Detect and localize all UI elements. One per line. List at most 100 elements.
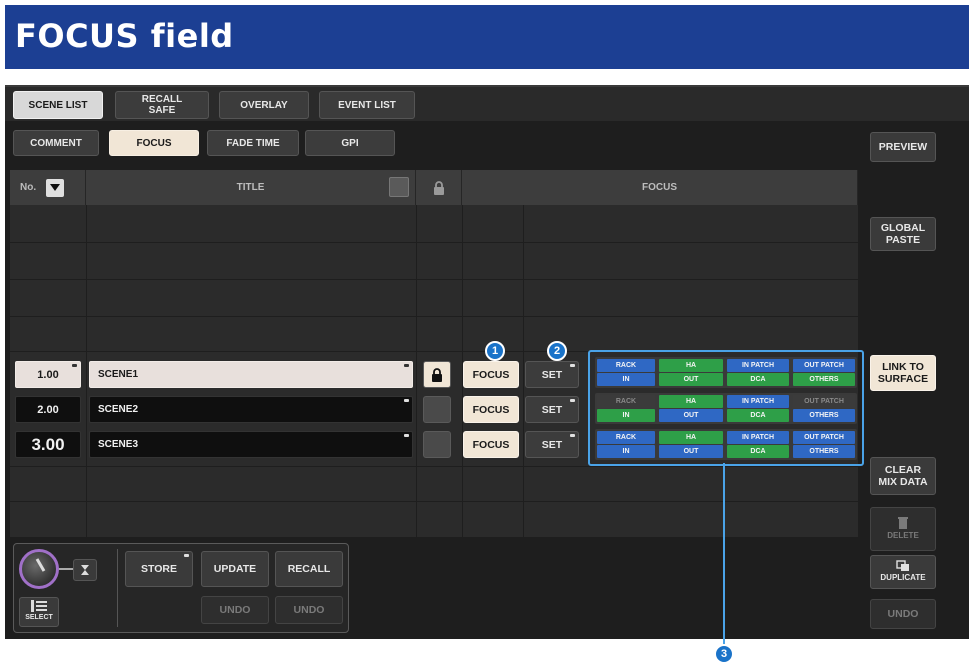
scene-number-label: 2.00: [37, 403, 59, 416]
focus-out: OUT: [659, 409, 723, 422]
focus-dca: DCA: [727, 445, 789, 458]
undo-update-button[interactable]: UNDO: [201, 596, 269, 624]
tab-recall-safe[interactable]: RECALL SAFE: [115, 91, 209, 119]
recall-button[interactable]: RECALL: [275, 551, 343, 587]
hourglass-icon: [81, 565, 89, 575]
popup-indicator: [72, 364, 77, 367]
grid-divider: [10, 466, 858, 467]
set-button-2[interactable]: SET: [525, 396, 579, 423]
focus-panel-1[interactable]: RACK IN HA OUT IN PATCH DCA OUT PATCH OT…: [595, 357, 857, 388]
tab-scene-list[interactable]: SCENE LIST: [13, 91, 103, 119]
focus-rack: RACK: [597, 431, 655, 444]
focus-out: OUT: [659, 373, 723, 386]
scene-number-2[interactable]: 2.00: [15, 396, 81, 423]
store-button[interactable]: STORE: [125, 551, 193, 587]
scene-title-label: SCENE3: [98, 439, 139, 450]
focus-button-2[interactable]: FOCUS: [463, 396, 519, 423]
focus-panel-2[interactable]: RACK IN HA OUT IN PATCH DCA OUT PATCH OT…: [595, 393, 857, 424]
page-header: FOCUS field: [5, 5, 969, 69]
sort-dropdown-button[interactable]: [46, 178, 65, 197]
grid-divider: [10, 501, 858, 502]
focus-ha: HA: [659, 431, 723, 444]
scene-title-3[interactable]: SCENE3: [89, 431, 413, 458]
column-header-title: TITLE: [86, 170, 416, 205]
set-label: SET: [541, 368, 563, 381]
focus-dca: DCA: [727, 409, 789, 422]
popup-indicator: [184, 554, 189, 557]
trash-icon: [898, 517, 908, 529]
focus-in-patch: IN PATCH: [727, 395, 789, 408]
knob-indicator: [35, 558, 46, 572]
focus-dca: DCA: [727, 373, 789, 386]
lock-button-3[interactable]: [423, 431, 451, 458]
undo-recall-button[interactable]: UNDO: [275, 596, 343, 624]
undo-side-button[interactable]: UNDO: [870, 599, 936, 629]
popup-indicator: [404, 434, 409, 437]
grid-divider: [10, 279, 858, 280]
focus-in-patch: IN PATCH: [727, 431, 789, 444]
lock-icon: [433, 180, 444, 195]
panel-divider: [117, 549, 118, 627]
focus-others: OTHERS: [793, 373, 855, 386]
knob-link-line: [59, 568, 73, 570]
chevron-down-icon: [50, 183, 61, 191]
select-label: SELECT: [25, 614, 53, 621]
link-to-surface-button[interactable]: LINK TO SURFACE: [870, 355, 936, 391]
tab-overlay[interactable]: OVERLAY: [219, 91, 309, 119]
grid-divider: [416, 205, 417, 537]
subtab-fade-time[interactable]: FADE TIME: [207, 130, 299, 156]
focus-out-patch: OUT PATCH: [793, 395, 855, 408]
popup-indicator: [570, 434, 575, 437]
store-label: STORE: [141, 563, 177, 575]
column-header-focus: FOCUS: [462, 170, 858, 205]
scene-knob[interactable]: [19, 549, 59, 589]
focus-in: IN: [597, 373, 655, 386]
callout-leader-line: [723, 463, 725, 646]
focus-panel-3[interactable]: RACK IN HA OUT IN PATCH DCA OUT PATCH OT…: [595, 429, 857, 460]
tab-event-list[interactable]: EVENT LIST: [319, 91, 415, 119]
clear-mix-data-button[interactable]: CLEAR MIX DATA: [870, 457, 936, 495]
subtab-comment[interactable]: COMMENT: [13, 130, 99, 156]
focus-out-patch: OUT PATCH: [793, 359, 855, 372]
focus-in: IN: [597, 409, 655, 422]
lock-button-2[interactable]: [423, 396, 451, 423]
grid-divider: [523, 205, 524, 537]
set-button-1[interactable]: SET: [525, 361, 579, 388]
callout-2: 2: [547, 341, 567, 361]
lock-button-1[interactable]: [423, 361, 451, 388]
global-paste-button[interactable]: GLOBAL PASTE: [870, 217, 936, 251]
scene-title-2[interactable]: SCENE2: [89, 396, 413, 423]
duplicate-button[interactable]: DUPLICATE: [870, 555, 936, 589]
delete-label: DELETE: [887, 531, 919, 540]
focus-rack: RACK: [597, 395, 655, 408]
page-title: FOCUS field: [15, 17, 234, 55]
select-button[interactable]: SELECT: [19, 597, 59, 627]
focus-ha: HA: [659, 359, 723, 372]
scene-number-1[interactable]: 1.00: [15, 361, 81, 388]
grid-divider: [86, 205, 87, 537]
focus-in-patch: IN PATCH: [727, 359, 789, 372]
update-button[interactable]: UPDATE: [201, 551, 269, 587]
hourglass-button[interactable]: [73, 559, 97, 581]
popup-indicator: [404, 364, 409, 367]
focus-out: OUT: [659, 445, 723, 458]
lock-icon: [432, 367, 442, 382]
scene-number-3[interactable]: 3.00: [15, 431, 81, 458]
subtab-gpi[interactable]: GPI: [305, 130, 395, 156]
focus-in: IN: [597, 445, 655, 458]
delete-button[interactable]: DELETE: [870, 507, 936, 551]
grid-divider: [10, 242, 858, 243]
preview-button[interactable]: PREVIEW: [870, 132, 936, 162]
focus-ha: HA: [659, 395, 723, 408]
focus-button-1[interactable]: FOCUS: [463, 361, 519, 388]
set-button-3[interactable]: SET: [525, 431, 579, 458]
popup-indicator: [570, 364, 575, 367]
title-checkbox[interactable]: [389, 177, 409, 197]
duplicate-label: DUPLICATE: [880, 573, 926, 582]
column-header-lock: [416, 170, 462, 205]
scene-title-1[interactable]: SCENE1: [89, 361, 413, 388]
subtab-focus[interactable]: FOCUS: [109, 130, 199, 156]
popup-indicator: [570, 399, 575, 402]
focus-others: OTHERS: [793, 409, 855, 422]
focus-button-3[interactable]: FOCUS: [463, 431, 519, 458]
